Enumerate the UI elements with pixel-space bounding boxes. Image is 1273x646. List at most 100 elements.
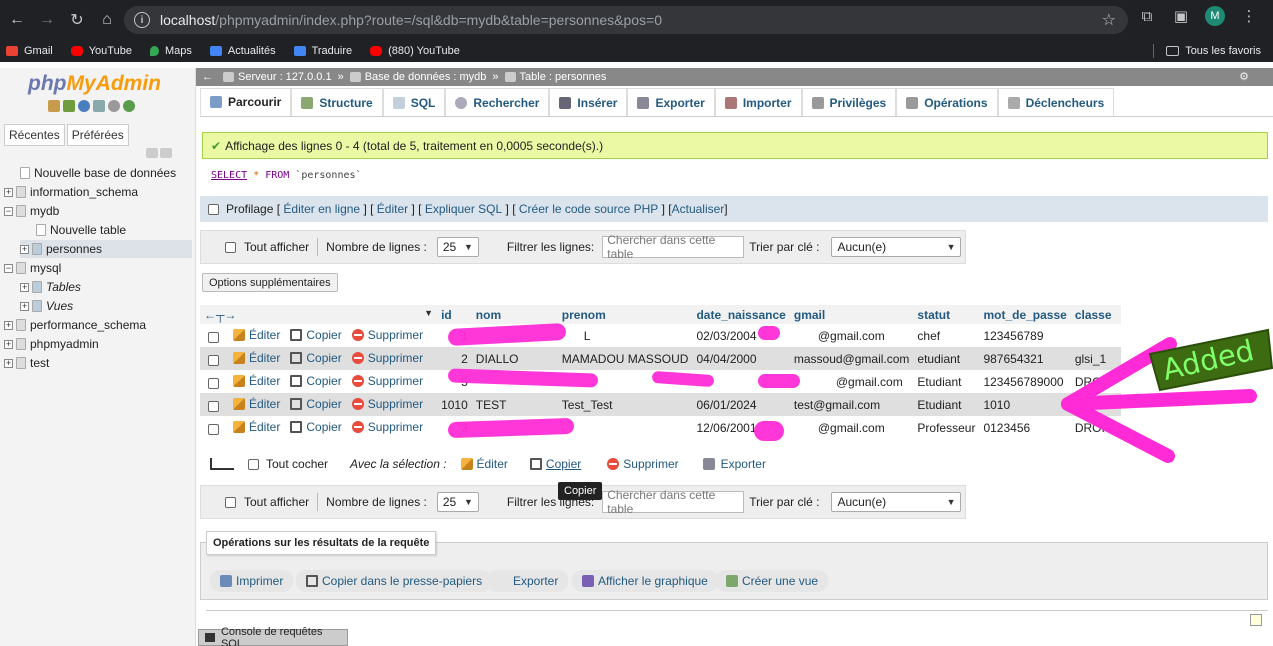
extra-options-button[interactable]: Options supplémentaires — [202, 273, 338, 292]
filter-input[interactable]: Chercher dans cette table — [602, 233, 745, 261]
create-php-link[interactable]: Créer le code source PHP — [519, 202, 658, 216]
row-delete-button[interactable]: Supprimer — [351, 420, 423, 434]
expand-icon[interactable]: + — [4, 320, 13, 330]
row-copy-button[interactable]: Copier — [290, 374, 342, 388]
refresh-link[interactable]: Actualiser — [672, 202, 725, 216]
rows-select[interactable]: 25 ▼ — [436, 492, 479, 512]
expand-icon[interactable]: + — [20, 282, 29, 292]
tree-new-database[interactable]: Nouvelle base de données — [20, 164, 176, 182]
cell-gmail[interactable]: @gmail.com — [789, 370, 914, 393]
tree-test[interactable]: + test — [4, 354, 49, 372]
edit-link[interactable]: Éditer — [377, 202, 408, 216]
tree-new-table[interactable]: Nouvelle table — [36, 221, 126, 239]
export-button[interactable]: Exporter — [487, 570, 569, 592]
tree-phpmyadmin[interactable]: + phpmyadmin — [4, 335, 99, 353]
row-delete-button[interactable]: Supprimer — [351, 397, 423, 411]
home-icon[interactable]: ⌂ — [92, 5, 122, 35]
bookmark-maps[interactable]: Maps — [149, 45, 192, 57]
breadcrumb-table[interactable]: Table : personnes — [520, 71, 607, 83]
breadcrumb-database[interactable]: Base de données : mydb — [365, 71, 487, 83]
cell-statut[interactable]: Etudiant — [913, 393, 980, 416]
extensions-icon[interactable]: ⧉ — [1137, 8, 1157, 25]
tab-favorites[interactable]: Préférées — [66, 124, 129, 146]
home-icon[interactable] — [48, 100, 60, 112]
collapse-icon[interactable]: − — [4, 206, 13, 216]
bulk-copy-button[interactable]: Copier — [529, 457, 581, 471]
row-edit-button[interactable]: Éditer — [233, 351, 280, 365]
rows-select[interactable]: 25 ▼ — [436, 237, 479, 257]
tab-import[interactable]: Importer — [714, 88, 802, 116]
bulk-edit-button[interactable]: Éditer — [460, 457, 508, 471]
expand-icon[interactable]: + — [4, 187, 13, 197]
row-copy-button[interactable]: Copier — [290, 420, 342, 434]
cell-prenom[interactable] — [557, 416, 693, 439]
cell-date-naissance[interactable]: 04/04/2000 — [692, 347, 790, 370]
breadcrumb-server[interactable]: Serveur : 127.0.0.1 — [238, 71, 332, 83]
bookmark-star-icon[interactable]: ☆ — [1102, 10, 1116, 30]
copy-clipboard-button[interactable]: Copier dans le presse-papiers — [296, 570, 493, 592]
cell-statut[interactable]: etudiant — [913, 347, 980, 370]
row-edit-button[interactable]: Éditer — [233, 397, 280, 411]
all-bookmarks[interactable]: Tous les favoris — [1153, 44, 1261, 58]
row-edit-button[interactable]: Éditer — [233, 328, 280, 342]
explain-sql-link[interactable]: Expliquer SQL — [425, 202, 502, 216]
column-menu-icon[interactable]: ▼ — [424, 308, 433, 318]
show-all-checkbox[interactable] — [225, 241, 236, 253]
bookmark-actualites[interactable]: Actualités — [209, 45, 276, 57]
help-icon[interactable] — [78, 100, 90, 112]
back-arrow-icon[interactable]: ← — [2, 5, 32, 35]
column-header-gmail[interactable]: gmail — [789, 305, 914, 324]
collapse-all-icon[interactable] — [146, 148, 158, 158]
tree-views[interactable]: + Vues — [20, 297, 73, 315]
tab-insert[interactable]: Insérer — [549, 88, 628, 116]
settings-icon[interactable] — [108, 100, 120, 112]
row-delete-button[interactable]: Supprimer — [351, 351, 423, 365]
tree-information-schema[interactable]: + information_schema — [4, 183, 138, 201]
row-checkbox[interactable] — [208, 331, 219, 343]
gear-icon[interactable]: ⚙ — [1239, 70, 1249, 83]
cell-prenom[interactable]: Test_Test — [557, 393, 693, 416]
tree-personnes[interactable]: + personnes — [20, 240, 192, 258]
cell-gmail[interactable]: massoud@gmail.com — [789, 347, 914, 370]
print-button[interactable]: Imprimer — [210, 570, 294, 592]
tab-operations[interactable]: Opérations — [896, 88, 998, 116]
cell-statut[interactable]: Etudiant — [913, 370, 980, 393]
cell-date-naissance[interactable]: 06/01/2024 — [692, 393, 790, 416]
row-delete-button[interactable]: Supprimer — [351, 374, 423, 388]
expand-icon[interactable]: + — [20, 244, 29, 254]
collapse-icon[interactable]: − — [4, 263, 13, 273]
docs-icon[interactable] — [93, 100, 105, 112]
phpmyadmin-logo[interactable]: phpMyAdmin — [28, 72, 161, 96]
tree-performance-schema[interactable]: + performance_schema — [4, 316, 146, 334]
row-copy-button[interactable]: Copier — [290, 328, 342, 342]
row-edit-button[interactable]: Éditer — [233, 420, 280, 434]
column-header-prenom[interactable]: prenom — [557, 305, 693, 324]
cell-statut[interactable]: chef — [913, 324, 980, 347]
address-bar[interactable]: i localhost/phpmyadmin/index.php?route=/… — [124, 6, 1128, 34]
check-all-checkbox[interactable] — [248, 458, 259, 470]
cell-gmail[interactable]: @gmail.com — [789, 324, 914, 347]
bookmark-youtube[interactable]: YouTube — [70, 45, 132, 57]
bulk-export-button[interactable]: Exporter — [702, 457, 766, 471]
sql-keyword[interactable]: SELECT — [211, 170, 247, 181]
tab-structure[interactable]: Structure — [291, 88, 383, 116]
cell-prenom[interactable]: MAMADOU MASSOUD — [557, 347, 693, 370]
row-copy-button[interactable]: Copier — [290, 397, 342, 411]
row-checkbox[interactable] — [208, 423, 219, 435]
tree-tables[interactable]: + Tables — [20, 278, 81, 296]
tab-triggers[interactable]: Déclencheurs — [997, 88, 1115, 116]
cell-prenom[interactable]: L — [557, 324, 693, 347]
reload-icon[interactable] — [123, 100, 135, 112]
row-edit-button[interactable]: Éditer — [233, 374, 280, 388]
show-all-checkbox[interactable] — [225, 496, 236, 508]
filter-input[interactable]: Chercher dans cette table — [602, 488, 745, 516]
tree-mydb[interactable]: − mydb — [4, 202, 59, 220]
reload-icon[interactable]: ↻ — [62, 5, 92, 35]
site-info-icon[interactable]: i — [134, 12, 150, 28]
cell-id[interactable]: 2 — [437, 347, 472, 370]
row-delete-button[interactable]: Supprimer — [351, 328, 423, 342]
sort-select[interactable]: Aucun(e) ▼ — [831, 237, 962, 257]
tab-browse[interactable]: Parcourir — [200, 88, 292, 116]
sidepanel-icon[interactable]: ▣ — [1171, 7, 1191, 25]
cell-id[interactable]: 1010 — [437, 393, 472, 416]
